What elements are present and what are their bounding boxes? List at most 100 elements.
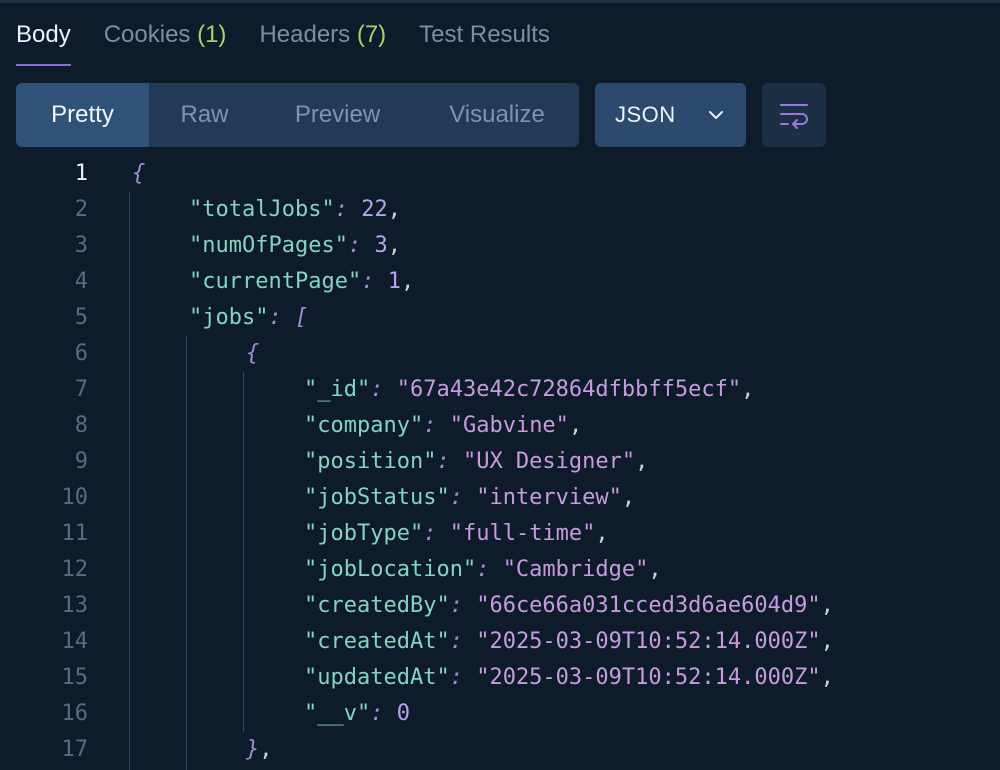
code-line: 15 "updatedAt": "2025-03-09T10:52:14.000Z… [0, 660, 1000, 696]
code-line: 3 "numOfPages": 3, [0, 228, 1000, 264]
view-mode-raw[interactable]: Raw [149, 83, 260, 147]
token-colon: : [423, 413, 450, 438]
token-key: "jobType" [304, 521, 424, 546]
token-num: 0 [396, 701, 410, 726]
token-str: "full-time" [449, 521, 596, 546]
tab-cookies[interactable]: Cookies (1) [104, 18, 227, 66]
tab-headers[interactable]: Headers (7) [259, 18, 386, 66]
token-punc: , [820, 629, 834, 654]
token-num: 1 [387, 269, 401, 294]
token-punc: , [635, 449, 649, 474]
code-content: { [132, 156, 145, 192]
code-content: { [246, 336, 259, 372]
code-content: "currentPage": 1, [189, 264, 414, 300]
code-line: 4 "currentPage": 1, [0, 264, 1000, 300]
line-number: 6 [74, 341, 88, 366]
line-number: 12 [61, 557, 89, 582]
token-brace: { [132, 161, 146, 186]
code-content: "updatedAt": "2025-03-09T10:52:14.000Z", [304, 660, 834, 696]
token-str: "Cambridge" [502, 557, 649, 582]
token-str: "2025-03-09T10:52:14.000Z" [476, 629, 821, 654]
token-str: "66ce66a031cced3d6ae604d9" [476, 593, 821, 618]
token-punc: , [648, 557, 662, 582]
token-colon: : [476, 557, 503, 582]
code-content: "numOfPages": 3, [189, 228, 401, 264]
code-content: "_id": "67a43e42c72864dfbbff5ecf", [304, 372, 754, 408]
code-line: 2 "totalJobs": 22, [0, 192, 1000, 228]
token-key: "_id" [304, 377, 371, 402]
tab-headers-count: (7) [356, 21, 387, 48]
token-punc: , [259, 737, 273, 762]
token-brace: } [246, 737, 260, 762]
view-mode-pretty[interactable]: Pretty [16, 83, 149, 147]
line-number: 1 [74, 161, 88, 186]
token-key: "jobs" [189, 305, 269, 330]
token-colon: : [334, 197, 362, 222]
view-mode-selector: Pretty Raw Preview Visualize [16, 83, 579, 147]
code-content: "jobLocation": "Cambridge", [304, 552, 662, 588]
code-line: 8 "company": "Gabvine", [0, 408, 1000, 444]
word-wrap-icon [780, 104, 808, 129]
token-punc: , [387, 233, 401, 258]
token-key: "__v" [304, 701, 371, 726]
token-colon: : [436, 449, 463, 474]
token-colon: : [449, 485, 477, 510]
code-line: 9 "position": "UX Designer", [0, 444, 1000, 480]
code-line: 11 "jobType": "full-time", [0, 516, 1000, 552]
response-body-editor[interactable]: 1{2 "totalJobs": 22, 3 "numOfPages": 3, 4 "cu… [0, 156, 1000, 770]
token-colon: : [370, 701, 397, 726]
code-line: 12 "jobLocation": "Cambridge", [0, 552, 1000, 588]
code-line: 1{ [0, 156, 1000, 192]
tab-headers-label: Headers [259, 21, 351, 48]
line-number: 4 [74, 269, 88, 294]
view-mode-preview[interactable]: Preview [260, 83, 415, 147]
word-wrap-button[interactable] [762, 83, 826, 147]
line-number: 3 [74, 233, 88, 258]
code-content: "jobs": [ [189, 300, 308, 336]
token-str: "interview" [476, 485, 622, 510]
token-num: 22 [361, 197, 388, 222]
line-number: 2 [74, 197, 88, 222]
tab-test-results[interactable]: Test Results [419, 18, 550, 66]
token-punc: , [820, 665, 834, 690]
token-key: "numOfPages" [189, 233, 348, 258]
token-key: "totalJobs" [189, 197, 335, 222]
token-punc: , [387, 197, 401, 222]
token-punc: , [741, 377, 755, 402]
line-number: 13 [61, 593, 89, 618]
top-divider [0, 0, 1000, 3]
token-str: "2025-03-09T10:52:14.000Z" [476, 665, 821, 690]
tab-body[interactable]: Body [16, 18, 71, 66]
token-str: "67a43e42c72864dfbbff5ecf" [396, 377, 742, 402]
line-number: 10 [61, 485, 89, 510]
token-str: "Gabvine" [449, 413, 569, 438]
format-dropdown-value: JSON [615, 102, 676, 127]
code-content: }, [246, 732, 273, 768]
code-line: 13 "createdBy": "66ce66a031cced3d6ae604d9… [0, 588, 1000, 624]
tab-cookies-count: (1) [197, 21, 227, 48]
token-punc: , [400, 269, 415, 294]
code-line: 5 "jobs": [ [0, 300, 1000, 336]
line-number: 8 [74, 413, 88, 438]
format-dropdown[interactable]: JSON [595, 83, 746, 147]
token-colon: : [347, 233, 375, 258]
code-line: 16 "__v": 0 [0, 696, 1000, 732]
line-number: 17 [61, 737, 89, 762]
token-colon: : [361, 269, 388, 294]
token-key: "jobStatus" [304, 485, 450, 510]
chevron-down-icon [708, 111, 723, 119]
token-colon: : [423, 521, 450, 546]
token-colon: : [449, 593, 477, 618]
token-key: "currentPage" [189, 269, 362, 294]
token-key: "company" [304, 413, 424, 438]
token-colon: : [449, 665, 477, 690]
view-mode-visualize[interactable]: Visualize [415, 83, 579, 147]
token-brace: { [246, 341, 260, 366]
code-line: 6{ [0, 336, 1000, 372]
tab-body-label: Body [16, 21, 71, 48]
token-punc: , [621, 485, 636, 510]
token-num: 3 [374, 233, 388, 258]
line-number: 7 [74, 377, 88, 402]
code-content: "__v": 0 [304, 696, 410, 732]
token-colon: : [268, 305, 295, 330]
